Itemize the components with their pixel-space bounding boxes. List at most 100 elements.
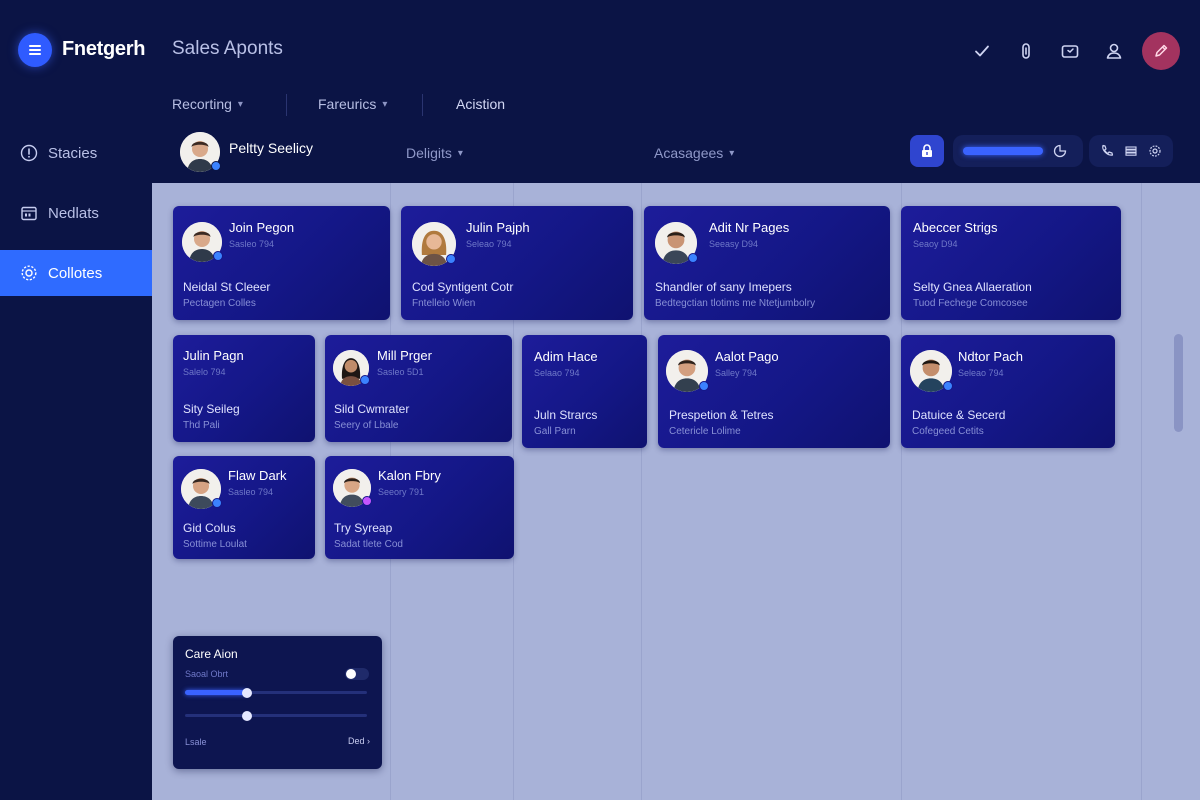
- menu-button[interactable]: [18, 33, 52, 67]
- toggle-knob: [346, 669, 356, 679]
- sidebar-item-collotes[interactable]: Collotes: [0, 250, 152, 296]
- progress-control[interactable]: [953, 135, 1083, 167]
- contact-card[interactable]: Kalon Fbry Seeory 791 Try Syreap Sadat t…: [325, 456, 514, 559]
- chevron-down-icon: ▾: [382, 98, 388, 110]
- gear-icon: [21, 265, 37, 281]
- chevron-down-icon: ▾: [729, 147, 735, 159]
- card-name: Adim Hace: [534, 349, 598, 364]
- sidebar-item-label: Collotes: [48, 264, 103, 282]
- contact-card[interactable]: Abeccer Strigs Seaoy D94 Selty Gnea Alla…: [901, 206, 1121, 320]
- filter-acquisition[interactable]: Acistion: [456, 96, 505, 112]
- calendar-icon: [21, 206, 37, 221]
- card-role: Datuice & Secerd: [912, 408, 1006, 422]
- card-name: Ndtor Pach: [958, 349, 1024, 364]
- filter-recording[interactable]: Recorting ▾: [172, 96, 243, 112]
- check-icon: [975, 45, 989, 57]
- contact-card[interactable]: Adit Nr Pages Seeasy D94 Shandler of san…: [644, 206, 890, 320]
- status-badge: [211, 161, 221, 171]
- slider-a[interactable]: [185, 686, 367, 700]
- card-subtitle: Seleao 794: [958, 368, 1004, 378]
- avatar: [666, 350, 709, 392]
- progress-bar[interactable]: [963, 147, 1043, 155]
- sidebar-item-nedlats[interactable]: Nedlats: [0, 190, 152, 236]
- column-divider: [1141, 183, 1142, 800]
- avatar[interactable]: [180, 132, 221, 172]
- user-name: Peltty Seelicy: [229, 140, 314, 156]
- card-subtitle: Sasleo 794: [229, 239, 275, 249]
- filter-acasagees[interactable]: Acasagees ▾: [654, 145, 734, 161]
- filter-label: Fareurics: [318, 96, 377, 112]
- card-role: Prespetion & Tetres: [669, 408, 774, 422]
- contact-card[interactable]: Julin Pagn Salelo 794 Sity Seileg Thd Pa…: [173, 335, 315, 442]
- avatar: [333, 469, 372, 507]
- card-role: Cod Syntigent Cotr: [412, 280, 514, 294]
- avatar: [333, 350, 370, 386]
- card-name: Flaw Dark: [228, 468, 287, 483]
- slider-thumb[interactable]: [241, 688, 252, 698]
- lock-button[interactable]: [910, 135, 944, 167]
- check-button[interactable]: [960, 33, 1004, 69]
- contact-card[interactable]: Flaw Dark Sasleo 794 Gid Colus Sottime L…: [173, 456, 315, 559]
- sidebar-item-stacies[interactable]: Stacies: [0, 130, 152, 176]
- profile-button[interactable]: [1092, 33, 1136, 69]
- contact-card[interactable]: Julin Pajph Seleao 794 Cod Syntigent Cot…: [401, 206, 633, 320]
- avatar: [181, 469, 222, 509]
- sidebar-item-label: Stacies: [48, 144, 98, 162]
- card-team: Bedtegctian tlotims me Ntetjumbolry: [655, 298, 816, 309]
- inbox-button[interactable]: [1048, 33, 1092, 69]
- card-subtitle: Sasleo 5D1: [377, 367, 424, 377]
- app-brand: Fnetgerh: [62, 38, 146, 60]
- card-team: Thd Pali: [183, 420, 220, 431]
- filter-features[interactable]: Fareurics ▾: [318, 96, 387, 112]
- slider-track: [185, 714, 367, 717]
- user-icon: [1106, 43, 1122, 59]
- contact-card[interactable]: Mill Prger Sasleo 5D1 Sild Cwmrater Seer…: [325, 335, 512, 442]
- contact-card[interactable]: Adim Hace Selaao 794 Juln Strarcs Gall P…: [522, 335, 647, 448]
- card-subtitle: Salelo 794: [183, 367, 226, 377]
- column-divider: [641, 183, 642, 800]
- card-team: Cetericle Lolime: [669, 426, 741, 437]
- panel-subtitle: Saoal Obrt: [185, 669, 229, 679]
- contact-card[interactable]: Aalot Pago Salley 794 Prespetion & Tetre…: [658, 335, 890, 448]
- status-badge: [446, 254, 456, 264]
- card-name: Abeccer Strigs: [913, 220, 998, 235]
- attachment-button[interactable]: [1004, 33, 1048, 69]
- card-name: Aalot Pago: [715, 349, 779, 364]
- panel-toggle[interactable]: [345, 668, 369, 680]
- slider-thumb[interactable]: [241, 711, 252, 721]
- card-role: Gid Colus: [183, 521, 236, 535]
- avatar: [182, 222, 223, 262]
- filter-delights[interactable]: Deligits ▾: [406, 145, 463, 161]
- settings-icon[interactable]: [1148, 144, 1162, 158]
- control-panel: Care Aion Saoal Obrt Lsale Ded ›: [173, 636, 382, 769]
- card-role: Sity Seileg: [183, 402, 240, 416]
- phone-icon[interactable]: [1100, 144, 1114, 158]
- filter-label: Deligits: [406, 145, 452, 161]
- status-badge: [943, 381, 953, 391]
- edit-button[interactable]: [1142, 32, 1180, 70]
- panel-next-link[interactable]: Ded ›: [348, 736, 370, 746]
- card-team: Fntelleio Wien: [412, 298, 476, 309]
- status-badge: [360, 375, 370, 385]
- filter-label: Recorting: [172, 96, 232, 112]
- contact-card[interactable]: Join Pegon Sasleo 794 Neidal St Cleeer P…: [173, 206, 390, 320]
- chevron-down-icon: ▾: [237, 98, 243, 110]
- card-name: Adit Nr Pages: [709, 220, 790, 235]
- status-badge: [213, 251, 223, 261]
- status-badge: [362, 496, 372, 506]
- card-team: Tuod Fechege Comcosee: [913, 298, 1028, 309]
- card-name: Join Pegon: [229, 220, 295, 235]
- filter-label: Acasagees: [654, 145, 724, 161]
- alert-icon: [20, 144, 38, 162]
- lock-icon: [922, 144, 932, 157]
- status-badge: [688, 253, 698, 263]
- card-subtitle: Selaao 794: [534, 368, 580, 378]
- card-role: Selty Gnea Allaeration: [913, 280, 1032, 294]
- sidebar: Stacies Nedlats Collotes: [0, 130, 152, 310]
- contact-card[interactable]: Ndtor Pach Seleao 794 Datuice & Secerd C…: [901, 335, 1115, 448]
- scrollbar[interactable]: [1174, 334, 1183, 432]
- layers-icon[interactable]: [1124, 144, 1138, 158]
- card-team: Sottime Loulat: [183, 539, 247, 550]
- actions-group: [1089, 135, 1173, 167]
- slider-b[interactable]: [185, 709, 367, 723]
